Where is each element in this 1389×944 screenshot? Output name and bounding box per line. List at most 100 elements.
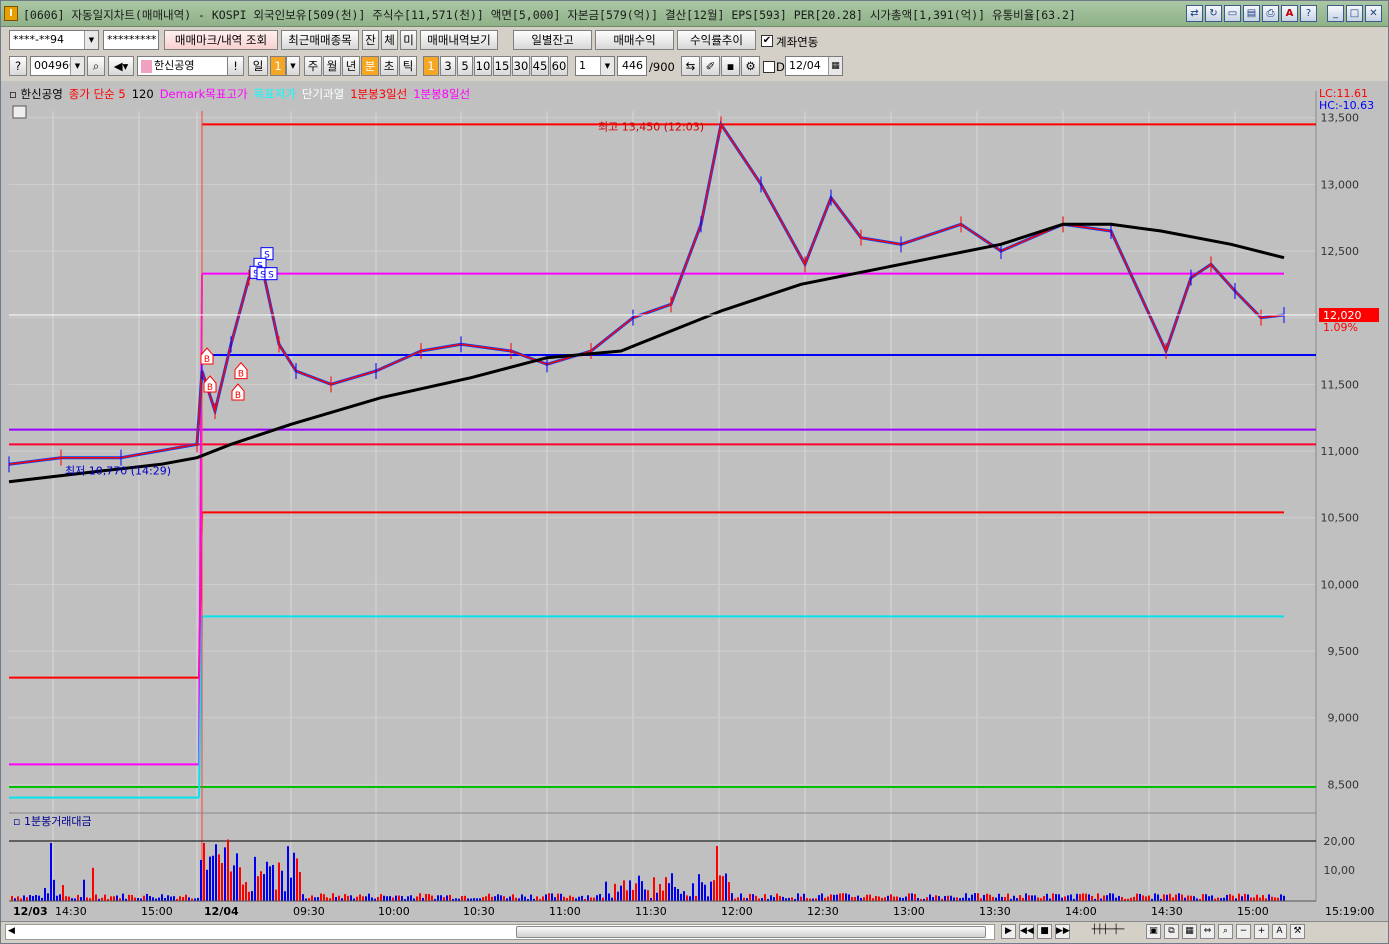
zoom-in-icon[interactable]: + [1254,924,1269,939]
speaker-icon[interactable]: ◀▾ [108,56,134,76]
volume-bar[interactable] [554,897,556,901]
volume-bar[interactable] [287,846,289,901]
layout-icon[interactable]: ▣ [1146,924,1161,939]
volume-bar[interactable] [749,893,751,901]
trade-history-button[interactable]: 매매내역보기 [420,30,498,50]
volume-bar[interactable] [971,894,973,901]
volume-bar[interactable] [461,896,463,901]
volume-bar[interactable] [1106,895,1108,901]
volume-bar[interactable] [845,893,847,901]
volume-bar[interactable] [704,884,706,901]
volume-bar[interactable] [1211,895,1213,901]
volume-bar[interactable] [1004,897,1006,901]
volume-bar[interactable] [200,859,202,901]
price-panel[interactable] [9,111,1316,811]
volume-bar[interactable] [827,896,829,901]
volume-bar[interactable] [1157,894,1159,901]
volume-bar[interactable] [893,896,895,901]
balance-button[interactable]: 잔 [362,30,379,50]
volume-bar[interactable] [716,846,718,901]
volume-bar[interactable] [1097,893,1099,901]
volume-bar[interactable] [62,885,64,901]
stock-search-icon[interactable]: ? [9,56,27,76]
period-button-0[interactable]: 주 [304,56,322,76]
volume-bar[interactable] [245,881,247,901]
volume-bar[interactable] [596,895,598,901]
volume-bar[interactable] [563,896,565,901]
volume-bar[interactable] [446,895,448,901]
volume-bar[interactable] [1103,895,1105,901]
volume-bar[interactable] [86,897,88,901]
volume-bar[interactable] [884,897,886,901]
volume-bar[interactable] [614,883,616,901]
volume-bar[interactable] [491,896,493,901]
volume-bar[interactable] [239,867,241,901]
volume-bar[interactable] [326,897,328,901]
volume-bar[interactable] [623,880,625,901]
rewind-icon[interactable]: ◀◀ [1019,924,1034,939]
volume-bar[interactable] [1253,897,1255,901]
period-day-label[interactable]: 일 [248,56,268,76]
volume-bar[interactable] [269,866,271,901]
volume-bar[interactable] [620,885,622,901]
volume-bar[interactable] [221,863,223,901]
volume-bar[interactable] [338,895,340,901]
save-icon[interactable]: ▪ [721,56,740,76]
compress-icon[interactable]: ⇔ [1200,924,1215,939]
volume-bar[interactable] [725,873,727,901]
volume-bar[interactable] [662,890,664,901]
filled-button[interactable]: 체 [381,30,398,50]
volume-bar[interactable] [1166,894,1168,901]
volume-bar[interactable] [116,895,118,901]
link-icon[interactable]: ⇄ [1186,5,1203,22]
volume-bar[interactable] [1250,897,1252,901]
volume-bar[interactable] [1256,894,1258,901]
volume-bar[interactable] [1091,895,1093,901]
volume-bar[interactable] [248,891,250,901]
volume-bar[interactable] [68,896,70,901]
volume-bar[interactable] [365,896,367,901]
volume-bar[interactable] [1271,896,1273,901]
volume-bar[interactable] [59,894,61,901]
volume-bar[interactable] [272,864,274,901]
volume-bar[interactable] [224,847,226,901]
volume-bar[interactable] [545,894,547,901]
volume-bar[interactable] [1118,895,1120,901]
volume-bar[interactable] [335,896,337,901]
volume-bar[interactable] [965,893,967,901]
volume-bar[interactable] [914,894,916,901]
volume-bar[interactable] [1052,893,1054,901]
volume-bar[interactable] [1088,894,1090,901]
volume-bar[interactable] [356,896,358,901]
volume-bar[interactable] [500,895,502,901]
volume-bar[interactable] [497,894,499,901]
trade-mark-query-button[interactable]: 매매마크/내역 조회 [164,30,278,50]
volume-bar[interactable] [1259,897,1261,901]
volume-bar[interactable] [626,890,628,901]
volume-bar[interactable] [1274,897,1276,901]
volume-bar[interactable] [848,894,850,901]
volume-bar[interactable] [647,890,649,901]
volume-bar[interactable] [1283,895,1285,901]
volume-bar[interactable] [629,880,631,901]
volume-bar[interactable] [77,894,79,901]
volume-bar[interactable] [53,879,55,901]
volume-bar[interactable] [833,894,835,901]
volume-bar[interactable] [251,891,253,901]
legend-item-5[interactable]: 단기과열 [302,87,344,101]
calendar-icon[interactable]: ▦ [828,57,842,75]
volume-bar[interactable] [659,884,661,901]
volume-bar[interactable] [431,895,433,901]
volume-bar[interactable] [254,856,256,901]
volume-bar[interactable] [1043,896,1045,901]
volume-bar[interactable] [818,895,820,901]
volume-bar[interactable] [161,894,163,901]
volume-bar[interactable] [1217,897,1219,901]
volume-bar[interactable] [401,896,403,901]
volume-bar[interactable] [683,891,685,901]
volume-bar[interactable] [950,895,952,901]
volume-bar[interactable] [410,895,412,901]
volume-bar[interactable] [1136,893,1138,901]
volume-bar[interactable] [689,896,691,901]
minute-button-5[interactable]: 5 [457,56,473,76]
